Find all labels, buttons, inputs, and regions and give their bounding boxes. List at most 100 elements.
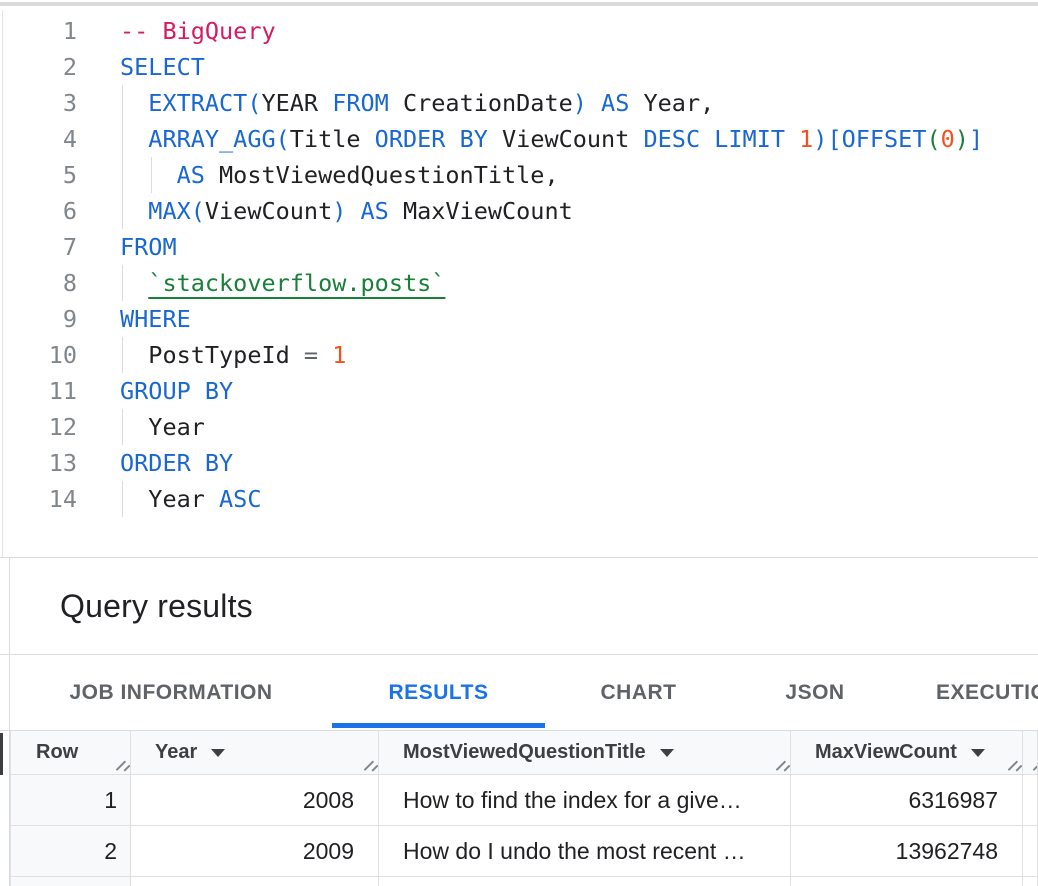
sort-dropdown-icon[interactable] [660,749,674,757]
column-header-label: MaxViewCount [815,741,957,764]
code-text: GROUP BY [120,377,233,405]
cell-year [131,877,379,886]
code-line[interactable]: 13ORDER BY [0,445,1038,481]
sort-dropdown-icon[interactable] [211,749,225,757]
code-line[interactable]: 6 MAX(ViewCount) AS MaxViewCount [0,193,1038,229]
tab-chart[interactable]: CHART [571,655,706,730]
code-token [120,269,148,297]
code-token: Year [120,413,205,441]
column-resize-handle[interactable] [112,759,127,772]
indent-guide [122,121,123,157]
code-token: CreationDate [389,89,573,117]
code-text: SELECT [120,53,205,81]
column-header-mostviewedquestiontitle[interactable]: MostViewedQuestionTitle [379,731,791,774]
code-lines: 1-- BigQuery2SELECT3 EXTRACT(YEAR FROM C… [0,6,1038,517]
code-token: DESC LIMIT [629,125,785,153]
cell-stub [1023,775,1038,825]
code-line[interactable]: 8 `stackoverflow.posts` [0,265,1038,301]
cell-stub [1023,877,1038,886]
line-number: 8 [0,265,77,301]
column-header-row[interactable]: Row [11,731,131,774]
column-header-label: MostViewedQuestionTitle [403,741,646,764]
table-reference-link[interactable]: `stackoverflow.posts` [148,269,445,297]
column-header-year[interactable]: Year [131,731,379,774]
indent-guide [122,481,123,517]
code-text: WHERE [120,305,191,333]
indent-guide [122,157,123,193]
cell-year: 2008 [131,775,379,825]
cell-row: 1 [11,775,131,825]
column-resize-handle[interactable] [1004,759,1019,772]
code-text: PostTypeId = 1 [120,341,346,369]
code-token: ) [955,125,969,153]
code-line[interactable]: 1-- BigQuery [0,13,1038,49]
tab-execution-details[interactable]: EXECUTION DETAILS [924,655,1038,730]
code-token: ORDER BY [120,449,233,477]
line-number: 10 [0,337,77,373]
code-text: ARRAY_AGG(Title ORDER BY ViewCount DESC … [120,125,983,153]
cell-stub [1023,826,1038,876]
column-header-label: Row [36,741,78,764]
code-line[interactable]: 3 EXTRACT(YEAR FROM CreationDate) AS Yea… [0,85,1038,121]
sort-dropdown-icon[interactable] [971,749,985,757]
code-text: Year ASC [120,485,261,513]
column-resize-handle[interactable] [772,759,787,772]
column-header-maxviewcount[interactable]: MaxViewCount [791,731,1023,774]
table-header-row: Row Year MostViewedQuestionTitle MaxViewCou… [10,731,1038,775]
cell-max_view_count: 13962748 [791,826,1023,876]
code-token: ] [969,125,983,153]
scrollbar-thumb[interactable] [0,733,3,775]
column-header-stub[interactable] [1023,731,1038,774]
indent-guide [122,85,123,121]
cell-title: How to find the index for a give… [379,775,791,825]
code-line[interactable]: 10 PostTypeId = 1 [0,337,1038,373]
code-line[interactable]: 11 GROUP BY [0,373,1038,409]
code-line[interactable]: 5 AS MostViewedQuestionTitle, [0,157,1038,193]
results-tab-bar: JOB INFORMATION RESULTS CHART JSON EXECUTION… [0,655,1038,730]
column-header-label: Year [155,741,197,764]
code-token: EXTRACT( [120,89,261,117]
bigquery-results-screen: 1-- BigQuery2SELECT3 EXTRACT(YEAR FROM C… [0,0,1038,886]
cell-year: 2009 [131,826,379,876]
code-token: MAX( [120,197,205,225]
column-resize-handle[interactable] [1029,759,1038,772]
cell-title [379,877,791,886]
line-number: 9 [0,301,77,337]
line-number: 11 [0,373,77,409]
code-token: ORDER BY [361,125,488,153]
code-line[interactable]: 12 Year [0,409,1038,445]
code-token: MostViewedQuestionTitle, [205,161,559,189]
code-token: )[OFFSET [813,125,926,153]
code-line[interactable]: 9 WHERE [0,301,1038,337]
tab-results[interactable]: RESULTS [332,655,545,730]
tab-label: RESULTS [389,681,489,705]
code-text: Year [120,413,205,441]
sql-editor[interactable]: 1-- BigQuery2SELECT3 EXTRACT(YEAR FROM C… [0,6,1038,557]
code-line[interactable]: 4 ARRAY_AGG(Title ORDER BY ViewCount DES… [0,121,1038,157]
code-text: AS MostViewedQuestionTitle, [120,161,559,189]
indent-guide [122,409,123,445]
code-token: ASC [205,485,262,513]
results-header: Query results [0,558,1038,654]
line-number: 5 [0,157,77,193]
code-line[interactable]: 7FROM [0,229,1038,265]
line-number: 3 [0,85,77,121]
cell-max_view_count [791,877,1023,886]
tab-job-information[interactable]: JOB INFORMATION [36,655,306,730]
code-token: Year, [629,89,714,117]
code-text: -- BigQuery [120,17,276,45]
code-token: ) AS [573,89,630,117]
code-token: 1 [318,341,346,369]
tab-json[interactable]: JSON [732,655,898,730]
cell-title: How do I undo the most recent … [379,826,791,876]
code-token: ( [926,125,940,153]
code-line[interactable]: 2SELECT [0,49,1038,85]
code-token: FROM [318,89,389,117]
code-text: FROM [120,233,177,261]
code-token: GROUP BY [120,377,233,405]
code-line[interactable]: 14 Year ASC [0,481,1038,517]
column-resize-handle[interactable] [360,759,375,772]
code-token: ViewCount [205,197,332,225]
code-text: EXTRACT(YEAR FROM CreationDate) AS Year, [120,89,714,117]
cell-max_view_count: 6316987 [791,775,1023,825]
